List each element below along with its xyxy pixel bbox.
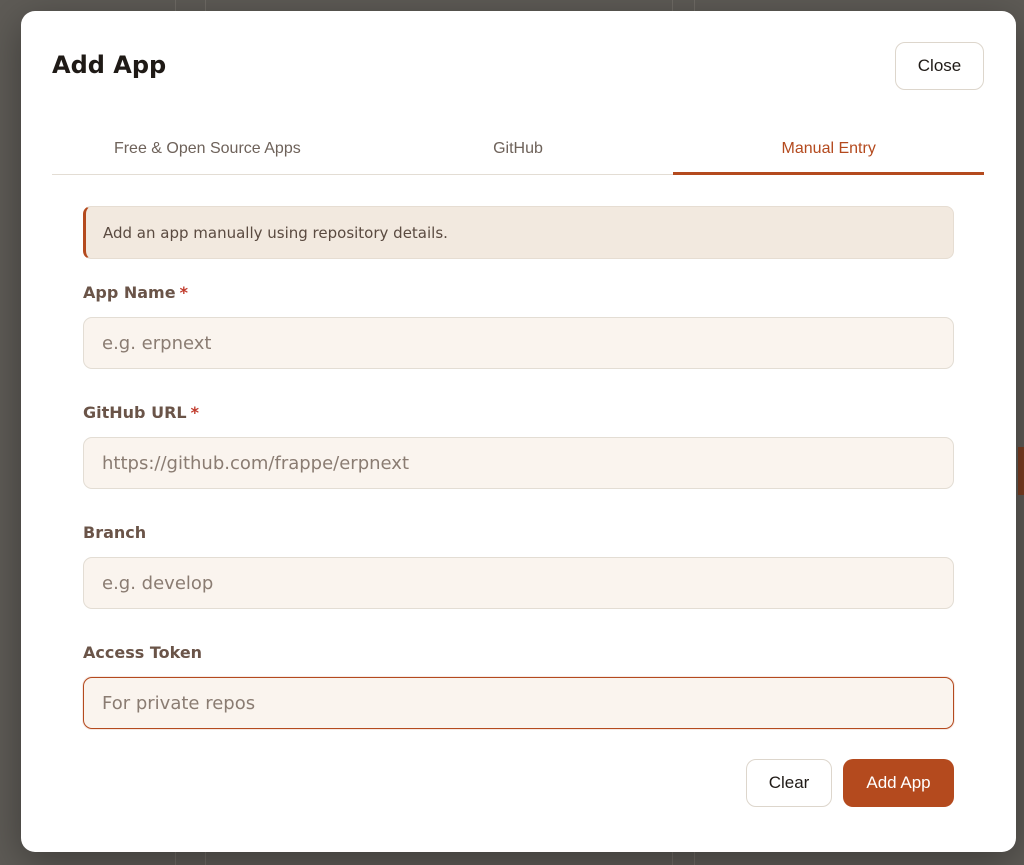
github-url-label: GitHub URL *: [83, 403, 199, 422]
info-banner-text: Add an app manually using repository det…: [103, 223, 448, 242]
close-button[interactable]: Close: [895, 42, 984, 90]
add-app-button[interactable]: Add App: [843, 759, 954, 807]
app-name-input[interactable]: [83, 317, 954, 369]
branch-label: Branch: [83, 523, 146, 542]
tab-bar: Free & Open Source Apps GitHub Manual En…: [52, 123, 984, 175]
github-url-label-text: GitHub URL: [83, 403, 187, 422]
app-name-label: App Name *: [83, 283, 188, 302]
tab-manual-entry[interactable]: Manual Entry: [673, 123, 984, 175]
branch-label-text: Branch: [83, 523, 147, 542]
github-url-input[interactable]: [83, 437, 954, 489]
background-accent-strip: [1018, 447, 1024, 495]
branch-input[interactable]: [83, 557, 954, 609]
modal-title: Add App: [52, 51, 167, 79]
required-marker: *: [179, 283, 188, 302]
info-banner: Add an app manually using repository det…: [83, 206, 954, 259]
access-token-label: Access Token: [83, 643, 202, 662]
access-token-input[interactable]: [83, 677, 954, 729]
clear-button[interactable]: Clear: [746, 759, 832, 807]
access-token-label-text: Access Token: [83, 643, 203, 662]
required-marker: *: [190, 403, 199, 422]
tab-github[interactable]: GitHub: [363, 123, 674, 174]
tab-free-open-source-apps[interactable]: Free & Open Source Apps: [52, 123, 363, 174]
app-name-label-text: App Name: [83, 283, 176, 302]
